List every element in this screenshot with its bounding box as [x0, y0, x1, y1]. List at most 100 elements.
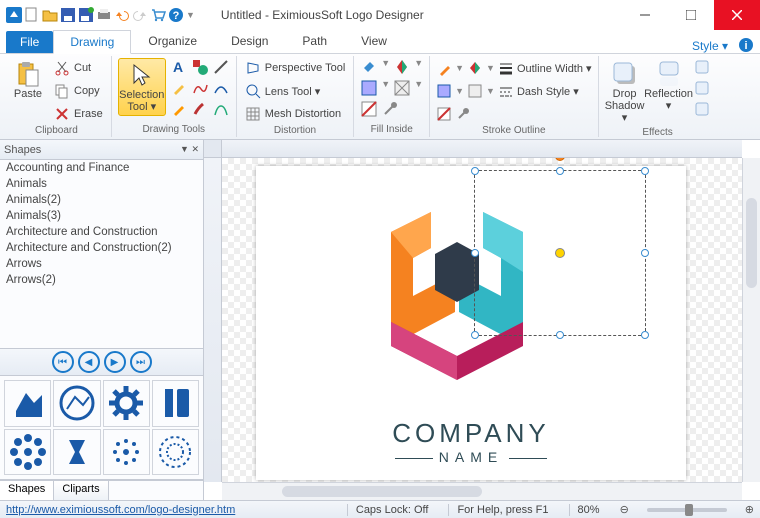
freehand-tool-icon[interactable] [191, 79, 209, 97]
dash-icon[interactable] [498, 83, 514, 99]
fillcolor-icon[interactable] [360, 58, 378, 76]
nostroke-icon[interactable] [436, 106, 452, 122]
tab-drawing[interactable]: Drawing [53, 30, 131, 54]
minimize-button[interactable] [622, 0, 668, 30]
dd-icon[interactable]: ▼ [414, 79, 423, 97]
tab-design[interactable]: Design [214, 29, 285, 53]
lens-button[interactable]: Lens Tool ▾ [243, 81, 348, 101]
gradient-icon[interactable] [393, 58, 411, 76]
selection-tool-button[interactable]: Selection Tool ▾ [118, 58, 166, 116]
tab-view[interactable]: View [344, 29, 404, 53]
zoom-slider[interactable] [647, 508, 727, 512]
mesh-button[interactable]: Mesh Distortion [243, 104, 348, 124]
new-icon[interactable] [24, 7, 40, 23]
qat-dd-icon[interactable]: ▼ [186, 10, 195, 20]
dd-icon[interactable]: ▼ [455, 86, 464, 96]
dd-icon[interactable]: ▼ [486, 86, 495, 96]
thumb[interactable] [152, 380, 199, 427]
open-icon[interactable] [42, 7, 58, 23]
pencil-tool-icon[interactable] [170, 100, 188, 118]
strokegrad-icon[interactable] [467, 60, 483, 76]
scrollbar-h[interactable] [222, 482, 742, 500]
help-icon[interactable]: ? [168, 7, 184, 23]
erase-button[interactable]: Erase [52, 104, 105, 124]
selection-box[interactable] [474, 170, 646, 336]
print-icon[interactable] [96, 7, 112, 23]
dd-icon[interactable]: ▼ [455, 63, 464, 73]
pin-icon[interactable]: ▼ ✕ [180, 144, 199, 155]
status-url[interactable]: http://www.eximioussoft.com/logo-designe… [6, 504, 235, 516]
effect2-icon[interactable] [693, 79, 711, 97]
save-icon[interactable] [60, 7, 76, 23]
shape-cat[interactable]: Animals(2) [0, 192, 203, 208]
help-icon[interactable]: i [738, 37, 754, 53]
viewport[interactable]: COMPANY NAME [222, 158, 742, 482]
handle-sw[interactable] [471, 331, 479, 339]
straightline-tool-icon[interactable] [212, 58, 230, 76]
thumb[interactable] [4, 380, 51, 427]
thumb[interactable] [103, 380, 150, 427]
paste-button[interactable]: Paste [8, 58, 48, 102]
scrollbar-v[interactable] [742, 158, 760, 482]
shape-cat[interactable]: Animals [0, 176, 203, 192]
handle-ne[interactable] [641, 167, 649, 175]
perspective-button[interactable]: Perspective Tool [243, 58, 348, 78]
thumb[interactable] [4, 429, 51, 476]
stroketexture-icon[interactable] [467, 83, 483, 99]
strokepattern-icon[interactable] [436, 83, 452, 99]
strokecolor-icon[interactable] [436, 60, 452, 76]
center-point[interactable] [555, 248, 565, 258]
ow-label[interactable]: Outline Width ▾ [517, 62, 592, 75]
width-icon[interactable] [498, 60, 514, 76]
tab-shapes[interactable]: Shapes [0, 481, 54, 500]
handle-nw[interactable] [471, 167, 479, 175]
strokeeyedrop-icon[interactable] [455, 106, 471, 122]
tab-path[interactable]: Path [285, 29, 344, 53]
logo-text[interactable]: COMPANY NAME [256, 418, 686, 465]
rotate-handle[interactable] [555, 158, 565, 161]
ds-label[interactable]: Dash Style ▾ [517, 85, 579, 98]
effect3-icon[interactable] [693, 100, 711, 118]
dd-icon[interactable]: ▼ [381, 58, 390, 76]
thumb[interactable] [53, 429, 100, 476]
style-link[interactable]: Style ▾ [692, 39, 732, 53]
cart-icon[interactable] [150, 7, 166, 23]
close-button[interactable] [714, 0, 760, 30]
glow-icon[interactable] [693, 58, 711, 76]
bezier-tool-icon[interactable] [212, 100, 230, 118]
pen-tool-icon[interactable] [170, 79, 188, 97]
handle-se[interactable] [641, 331, 649, 339]
thumb[interactable] [53, 380, 100, 427]
redo-icon[interactable] [132, 7, 148, 23]
maximize-button[interactable] [668, 0, 714, 30]
nav-first-icon[interactable]: ⏮ [52, 351, 74, 373]
shape-cat[interactable]: Arrows [0, 256, 203, 272]
nav-next-icon[interactable]: ▶ [104, 351, 126, 373]
shape-cat[interactable]: Animals(3) [0, 208, 203, 224]
pattern-icon[interactable] [360, 79, 378, 97]
zoom-in-icon[interactable]: ⊕ [745, 503, 754, 516]
handle-w[interactable] [471, 249, 479, 257]
handle-e[interactable] [641, 249, 649, 257]
text-tool-icon[interactable]: A [170, 58, 188, 76]
shape-cat[interactable]: Architecture and Construction(2) [0, 240, 203, 256]
nav-prev-icon[interactable]: ◀ [78, 351, 100, 373]
undo-icon[interactable] [114, 7, 130, 23]
texture-icon[interactable] [393, 79, 411, 97]
eyedrop-icon[interactable] [381, 100, 399, 118]
reflection-button[interactable]: Reflection ▾ [649, 58, 689, 114]
shape-cat[interactable]: Arrows(2) [0, 272, 203, 288]
tab-cliparts[interactable]: Cliparts [54, 481, 108, 500]
brush-tool-icon[interactable] [191, 100, 209, 118]
nofill-icon[interactable] [360, 100, 378, 118]
dd-icon[interactable]: ▼ [381, 79, 390, 97]
dd-icon[interactable]: ▼ [414, 58, 423, 76]
dropshadow-button[interactable]: Drop Shadow ▾ [605, 58, 645, 126]
thumb[interactable] [152, 429, 199, 476]
thumb[interactable] [103, 429, 150, 476]
file-tab[interactable]: File [6, 31, 53, 53]
zoom-out-icon[interactable]: ⊖ [620, 503, 629, 516]
curve-tool-icon[interactable] [212, 79, 230, 97]
tab-organize[interactable]: Organize [131, 29, 214, 53]
nav-last-icon[interactable]: ⏭ [130, 351, 152, 373]
